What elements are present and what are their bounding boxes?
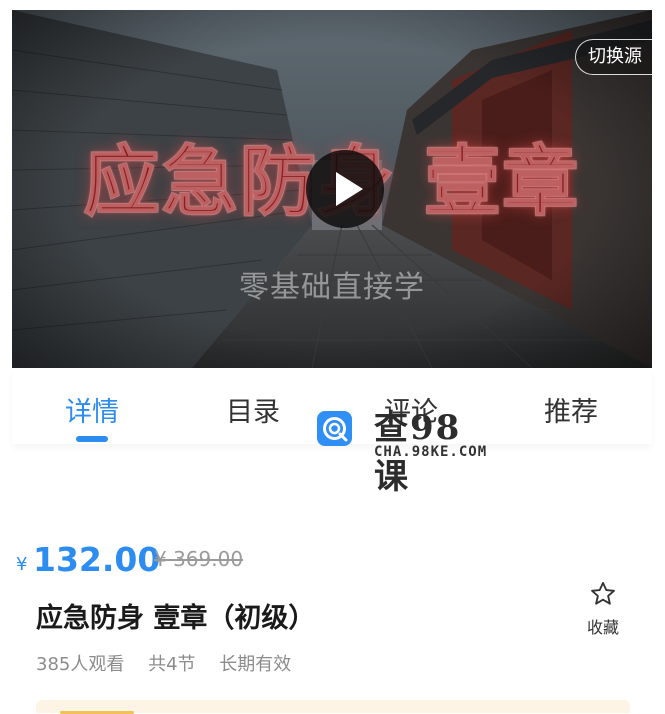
- video-subtitle-overlay: 零基础直接学: [239, 270, 425, 305]
- switch-source-button[interactable]: 切换源: [575, 39, 652, 75]
- star-icon: [591, 581, 615, 605]
- watermark-url: CHA.98KE.COM: [374, 444, 488, 460]
- promo-banner[interactable]: [36, 700, 630, 714]
- favorite-label: 收藏: [586, 618, 619, 637]
- watermark: 查98课 CHA.98KE.COM: [316, 400, 496, 497]
- tab-catalog[interactable]: 目录: [198, 390, 308, 429]
- favorite-button[interactable]: 收藏: [578, 580, 628, 638]
- view-count: 385人观看: [36, 654, 125, 675]
- play-icon: [336, 172, 363, 206]
- watermark-logo-icon: [317, 411, 352, 446]
- currency-symbol: ¥: [16, 554, 28, 575]
- original-price: ¥ 369.00: [154, 547, 244, 571]
- tab-details[interactable]: 详情: [37, 390, 147, 429]
- current-price: 132.00: [33, 540, 161, 579]
- validity: 长期有效: [219, 654, 292, 675]
- course-meta: 385人观看 共4节 长期有效: [36, 650, 309, 676]
- active-tab-indicator: [76, 436, 108, 442]
- course-title: 应急防身 壹章（初级）: [36, 603, 316, 634]
- play-button[interactable]: [306, 150, 384, 228]
- tab-recommend[interactable]: 推荐: [516, 390, 626, 429]
- lesson-count: 共4节: [148, 654, 196, 675]
- video-player[interactable]: 应急防身 壹章 零基础直接学 切换源: [12, 10, 652, 368]
